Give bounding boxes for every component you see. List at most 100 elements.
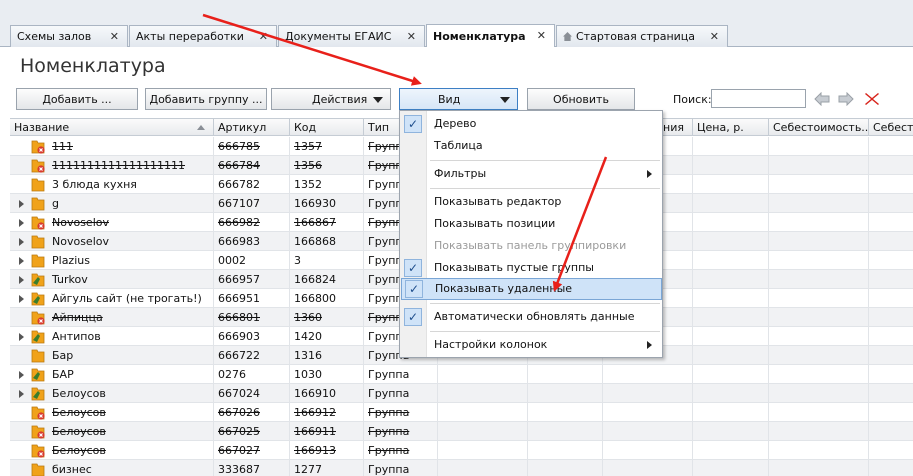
refresh-button[interactable]: Обновить bbox=[527, 88, 635, 110]
empty-cell[interactable] bbox=[769, 441, 869, 460]
empty-cell[interactable] bbox=[769, 251, 869, 270]
expand-arrow-icon[interactable] bbox=[19, 219, 24, 227]
empty-cell[interactable] bbox=[693, 289, 769, 308]
column-header-article[interactable]: Артикул bbox=[214, 119, 290, 136]
empty-cell[interactable] bbox=[869, 346, 913, 365]
empty-cell[interactable] bbox=[603, 441, 693, 460]
clear-search-icon[interactable] bbox=[864, 92, 880, 106]
code-cell[interactable]: 3 bbox=[290, 251, 364, 270]
close-icon[interactable]: ✕ bbox=[710, 30, 719, 43]
arrow-right-icon[interactable] bbox=[838, 92, 854, 106]
empty-cell[interactable] bbox=[438, 384, 528, 403]
name-cell[interactable]: Novoselov bbox=[10, 232, 214, 251]
view-dropdown[interactable]: Вид bbox=[399, 88, 518, 110]
code-cell[interactable]: 1352 bbox=[290, 175, 364, 194]
empty-cell[interactable] bbox=[693, 422, 769, 441]
empty-cell[interactable] bbox=[603, 365, 693, 384]
close-icon[interactable]: ✕ bbox=[110, 30, 119, 43]
article-cell[interactable]: 667027 bbox=[214, 441, 290, 460]
name-cell[interactable]: Белоусов bbox=[10, 403, 214, 422]
search-input[interactable] bbox=[711, 89, 806, 108]
article-cell[interactable]: 666982 bbox=[214, 213, 290, 232]
code-cell[interactable]: 1277 bbox=[290, 460, 364, 476]
type-cell[interactable]: Группа bbox=[364, 441, 438, 460]
code-cell[interactable]: 166868 bbox=[290, 232, 364, 251]
empty-cell[interactable] bbox=[869, 327, 913, 346]
empty-cell[interactable] bbox=[693, 156, 769, 175]
article-cell[interactable]: 0276 bbox=[214, 365, 290, 384]
arrow-left-icon[interactable] bbox=[814, 92, 830, 106]
empty-cell[interactable] bbox=[693, 403, 769, 422]
tab-egais-documents[interactable]: Документы ЕГАИС ✕ bbox=[278, 25, 425, 47]
type-cell[interactable]: Группа bbox=[364, 422, 438, 441]
article-cell[interactable]: 333687 bbox=[214, 460, 290, 476]
type-cell[interactable]: Группа bbox=[364, 365, 438, 384]
empty-cell[interactable] bbox=[769, 175, 869, 194]
empty-cell[interactable] bbox=[869, 137, 913, 156]
empty-cell[interactable] bbox=[869, 194, 913, 213]
empty-cell[interactable] bbox=[603, 403, 693, 422]
close-icon[interactable]: ✕ bbox=[537, 29, 546, 42]
expand-arrow-icon[interactable] bbox=[19, 295, 24, 303]
empty-cell[interactable] bbox=[869, 441, 913, 460]
empty-cell[interactable] bbox=[769, 365, 869, 384]
column-header-name[interactable]: Название bbox=[10, 119, 214, 136]
empty-cell[interactable] bbox=[528, 441, 603, 460]
name-cell[interactable]: Novoselov bbox=[10, 213, 214, 232]
empty-cell[interactable] bbox=[528, 422, 603, 441]
code-cell[interactable]: 166911 bbox=[290, 422, 364, 441]
empty-cell[interactable] bbox=[869, 232, 913, 251]
empty-cell[interactable] bbox=[769, 289, 869, 308]
name-cell[interactable]: Turkov bbox=[10, 270, 214, 289]
empty-cell[interactable] bbox=[769, 403, 869, 422]
code-cell[interactable]: 166912 bbox=[290, 403, 364, 422]
empty-cell[interactable] bbox=[528, 460, 603, 476]
empty-cell[interactable] bbox=[869, 270, 913, 289]
empty-cell[interactable] bbox=[528, 384, 603, 403]
table-row[interactable]: бизнес 333687 1277 Группа bbox=[10, 460, 913, 476]
empty-cell[interactable] bbox=[869, 384, 913, 403]
code-cell[interactable]: 166800 bbox=[290, 289, 364, 308]
empty-cell[interactable] bbox=[769, 137, 869, 156]
name-cell[interactable]: Айгуль сайт (не трогать!) bbox=[10, 289, 214, 308]
close-icon[interactable]: ✕ bbox=[407, 30, 416, 43]
type-cell[interactable]: Группа bbox=[364, 384, 438, 403]
menu-item-table[interactable]: Таблица bbox=[400, 135, 662, 157]
table-row[interactable]: БАР 0276 1030 Группа bbox=[10, 365, 913, 384]
code-cell[interactable]: 166867 bbox=[290, 213, 364, 232]
empty-cell[interactable] bbox=[693, 308, 769, 327]
empty-cell[interactable] bbox=[769, 194, 869, 213]
table-row[interactable]: Белоусов 667024 166910 Группа bbox=[10, 384, 913, 403]
empty-cell[interactable] bbox=[438, 441, 528, 460]
empty-cell[interactable] bbox=[769, 327, 869, 346]
empty-cell[interactable] bbox=[869, 251, 913, 270]
empty-cell[interactable] bbox=[603, 460, 693, 476]
name-cell[interactable]: Белоусов bbox=[10, 384, 214, 403]
code-cell[interactable]: 166824 bbox=[290, 270, 364, 289]
menu-item-filters[interactable]: Фильтры bbox=[400, 163, 662, 185]
empty-cell[interactable] bbox=[769, 346, 869, 365]
empty-cell[interactable] bbox=[528, 365, 603, 384]
empty-cell[interactable] bbox=[769, 213, 869, 232]
expand-arrow-icon[interactable] bbox=[19, 390, 24, 398]
empty-cell[interactable] bbox=[869, 175, 913, 194]
article-cell[interactable]: 666782 bbox=[214, 175, 290, 194]
empty-cell[interactable] bbox=[693, 251, 769, 270]
type-cell[interactable]: Группа bbox=[364, 460, 438, 476]
empty-cell[interactable] bbox=[693, 346, 769, 365]
article-cell[interactable]: 667026 bbox=[214, 403, 290, 422]
empty-cell[interactable] bbox=[438, 403, 528, 422]
menu-item-auto-refresh[interactable]: ✓ Автоматически обновлять данные bbox=[400, 306, 662, 328]
expand-arrow-icon[interactable] bbox=[19, 257, 24, 265]
name-cell[interactable]: Белоусов bbox=[10, 441, 214, 460]
name-cell[interactable]: 1111111111111111111 bbox=[10, 156, 214, 175]
menu-item-tree[interactable]: ✓ Дерево bbox=[400, 113, 662, 135]
column-header-code[interactable]: Код bbox=[290, 119, 364, 136]
empty-cell[interactable] bbox=[769, 232, 869, 251]
code-cell[interactable]: 1360 bbox=[290, 308, 364, 327]
column-header-cost2[interactable]: Себест bbox=[869, 119, 913, 136]
empty-cell[interactable] bbox=[869, 460, 913, 476]
code-cell[interactable]: 166930 bbox=[290, 194, 364, 213]
name-cell[interactable]: БАР bbox=[10, 365, 214, 384]
name-cell[interactable]: Антипов bbox=[10, 327, 214, 346]
